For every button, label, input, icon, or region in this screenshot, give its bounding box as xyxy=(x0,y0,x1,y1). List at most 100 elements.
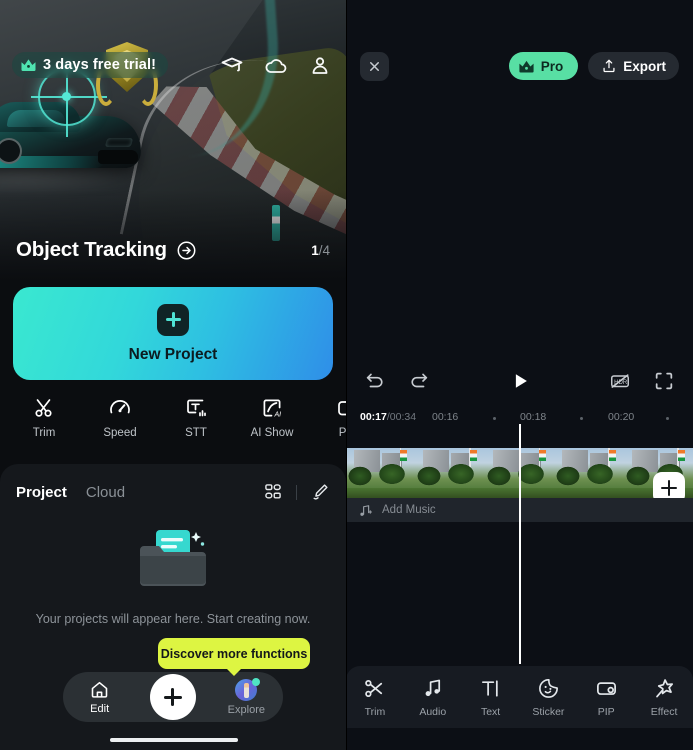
clip-thumbnail xyxy=(554,448,624,498)
nav-item-edit[interactable]: Edit xyxy=(63,679,136,715)
projects-header: Project Cloud xyxy=(0,464,346,502)
tool-label: Audio xyxy=(419,705,447,718)
ruler-tick-label: 00:20 xyxy=(608,411,635,423)
plus-icon xyxy=(149,674,196,720)
grid-view-icon[interactable] xyxy=(263,482,283,502)
tool-trim[interactable]: Trim xyxy=(346,677,404,718)
tool-label: STT xyxy=(185,427,207,439)
pro-label: Pro xyxy=(540,58,564,74)
free-trial-badge[interactable]: 3 days free trial! xyxy=(12,52,169,78)
ruler-tick-label: 00:16 xyxy=(432,411,459,423)
discover-tooltip[interactable]: Discover more functions xyxy=(158,638,310,676)
close-x-icon xyxy=(367,59,382,74)
timecode-display: 00:17/00:34 xyxy=(360,411,416,423)
feature-page-counter: 1/4 xyxy=(311,243,330,258)
explore-avatar-icon xyxy=(235,677,261,701)
export-upload-icon xyxy=(601,58,617,74)
tool-stt[interactable]: STT xyxy=(158,396,234,439)
redo-button[interactable] xyxy=(408,370,430,392)
tool-text[interactable]: Text xyxy=(462,677,520,718)
timeline-playhead[interactable] xyxy=(519,424,522,664)
tool-pip[interactable]: PIP xyxy=(310,396,346,439)
empty-state-text: Your projects will appear here. Start cr… xyxy=(35,612,311,626)
explore-figure xyxy=(244,682,250,698)
picture-in-picture-icon xyxy=(336,396,346,420)
tool-label: Trim xyxy=(364,705,386,718)
ruler-tick-dot xyxy=(493,417,496,420)
picture-in-picture-icon xyxy=(595,677,618,700)
ruler-tick-dot xyxy=(580,417,583,420)
clip-thumbnail xyxy=(415,448,485,498)
profile-icon[interactable] xyxy=(308,54,332,78)
hdr-toggle-button[interactable]: HDR xyxy=(609,370,631,392)
add-clip-button[interactable] xyxy=(653,472,685,498)
add-music-label: Add Music xyxy=(382,504,436,516)
car-grille xyxy=(98,150,138,164)
tool-label: PIP xyxy=(338,427,346,439)
home-indicator-left xyxy=(110,738,238,742)
nav-label: Edit xyxy=(90,703,110,715)
tool-label: Sticker xyxy=(532,705,565,718)
tool-ai-show[interactable]: AI AI Show xyxy=(234,396,310,439)
nav-label: Explore xyxy=(227,703,265,716)
projects-actions xyxy=(263,482,330,502)
music-note-icon xyxy=(421,677,444,700)
tab-cloud[interactable]: Cloud xyxy=(86,484,125,501)
music-note-plus-icon xyxy=(358,503,373,518)
tool-label: Effect xyxy=(650,705,678,718)
undo-button[interactable] xyxy=(364,370,386,392)
tool-label: Text xyxy=(480,705,501,718)
empty-state: Your projects will appear here. Start cr… xyxy=(0,524,346,626)
free-trial-label: 3 days free trial! xyxy=(43,57,157,73)
cloud-icon[interactable] xyxy=(264,54,288,78)
tutorial-cap-icon[interactable] xyxy=(220,54,244,78)
play-button[interactable] xyxy=(509,370,531,392)
tracking-reticle-dot xyxy=(62,92,71,101)
quick-tools-row: Trim Speed STT AI AI Show P xyxy=(0,396,346,454)
speedometer-icon xyxy=(108,396,132,420)
fullscreen-button[interactable] xyxy=(653,370,675,392)
new-project-button[interactable]: New Project xyxy=(13,287,333,380)
scissors-icon xyxy=(363,677,386,700)
total-time: 00:34 xyxy=(389,411,417,423)
tool-speed[interactable]: Speed xyxy=(82,396,158,439)
plus-icon xyxy=(157,303,189,336)
speech-to-text-icon xyxy=(184,396,208,420)
tool-label: AI Show xyxy=(250,427,294,439)
bottom-navigation-bar: Edit Explore xyxy=(63,672,283,722)
arrow-right-circle-icon[interactable] xyxy=(176,240,197,261)
tool-sticker[interactable]: Sticker xyxy=(519,677,577,718)
text-icon xyxy=(479,677,502,700)
tab-project[interactable]: Project xyxy=(16,484,67,501)
nav-item-create[interactable] xyxy=(136,674,209,720)
playback-controls: HDR xyxy=(346,366,693,396)
tooltip-label: Discover more functions xyxy=(160,646,308,661)
crown-icon xyxy=(518,59,535,74)
tool-label: Speed xyxy=(103,427,137,439)
editor-topbar: Pro Export xyxy=(346,51,693,81)
current-time: 00:17 xyxy=(360,411,387,423)
svg-text:AI: AI xyxy=(274,411,282,418)
tool-audio[interactable]: Audio xyxy=(404,677,462,718)
page-title: Object Tracking xyxy=(16,238,167,261)
new-project-label: New Project xyxy=(128,345,218,363)
left-panel-home-screen: 3 days free trial! Object Tracking 1/4 N… xyxy=(0,0,346,750)
tool-label: PIP xyxy=(597,705,615,718)
clip-thumbnail xyxy=(346,448,416,498)
effect-star-icon xyxy=(653,677,676,700)
close-button[interactable] xyxy=(360,51,389,81)
export-button[interactable]: Export xyxy=(588,52,679,80)
nav-item-explore[interactable]: Explore xyxy=(210,677,283,716)
car-headlight xyxy=(104,138,134,147)
tool-trim[interactable]: Trim xyxy=(6,396,82,439)
pro-upgrade-button[interactable]: Pro xyxy=(508,52,579,80)
home-icon xyxy=(89,679,110,700)
crown-icon xyxy=(20,58,37,72)
page-current: 1 xyxy=(311,242,319,258)
scissors-icon xyxy=(32,396,56,420)
edit-pencil-icon[interactable] xyxy=(310,482,330,502)
tool-pip[interactable]: PIP xyxy=(577,677,635,718)
ruler-tick-label: 00:18 xyxy=(520,411,547,423)
tool-effect[interactable]: Effect xyxy=(635,677,693,718)
feature-header-row[interactable]: Object Tracking 1/4 xyxy=(0,238,346,262)
